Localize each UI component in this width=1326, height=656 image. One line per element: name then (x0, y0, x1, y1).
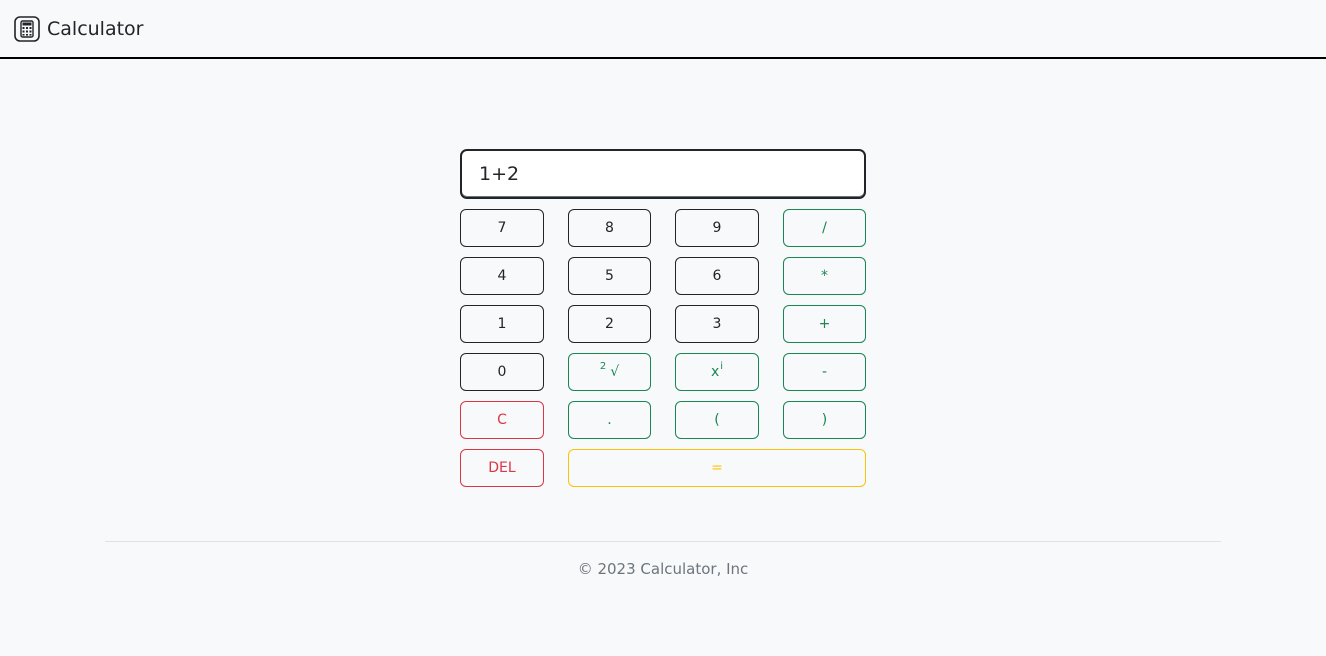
key-9-button[interactable]: 9 (675, 209, 759, 247)
brand-title[interactable]: Calculator (47, 18, 143, 40)
power-exponent: i (720, 360, 724, 372)
power-base: x (710, 364, 720, 380)
key-5-button[interactable]: 5 (568, 257, 651, 295)
close-paren-button[interactable]: ) (783, 401, 866, 439)
decimal-point-button[interactable]: . (568, 401, 651, 439)
square-root-symbol: √ (610, 364, 620, 380)
footer-copyright: © 2023 Calculator, Inc (577, 560, 749, 578)
delete-button[interactable]: DEL (460, 449, 544, 487)
add-button[interactable]: + (783, 305, 866, 343)
key-0-button[interactable]: 0 (460, 353, 544, 391)
key-3-button[interactable]: 3 (675, 305, 759, 343)
key-8-button[interactable]: 8 (568, 209, 651, 247)
clear-button[interactable]: C (460, 401, 544, 439)
square-root-button[interactable]: 2 √ (568, 353, 651, 391)
key-4-button[interactable]: 4 (460, 257, 544, 295)
divide-button[interactable]: / (783, 209, 866, 247)
equals-button[interactable]: = (568, 449, 866, 487)
key-2-button[interactable]: 2 (568, 305, 651, 343)
calculator-icon[interactable] (14, 15, 40, 42)
multiply-button[interactable]: * (783, 257, 866, 295)
key-6-button[interactable]: 6 (675, 257, 759, 295)
navbar: Calculator (0, 0, 1326, 59)
calculator-display[interactable]: 1+2 (460, 149, 866, 199)
key-7-button[interactable]: 7 (460, 209, 544, 247)
footer-divider (105, 541, 1221, 542)
power-button[interactable]: x i (675, 353, 759, 391)
key-1-button[interactable]: 1 (460, 305, 544, 343)
open-paren-button[interactable]: ( (675, 401, 759, 439)
square-root-degree: 2 (599, 360, 607, 372)
subtract-button[interactable]: - (783, 353, 866, 391)
